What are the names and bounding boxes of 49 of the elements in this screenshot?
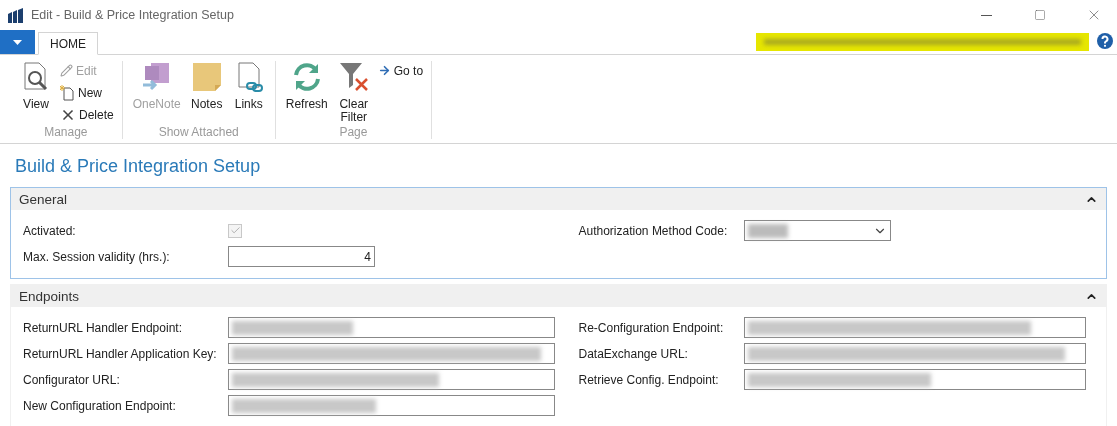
input-field[interactable]	[228, 343, 555, 364]
field-label: ReturnURL Handler Endpoint:	[23, 320, 183, 335]
field-label: Retrieve Config. Endpoint:	[578, 372, 720, 387]
clear-filter-icon	[337, 61, 370, 93]
blurred-value	[747, 223, 788, 238]
field-label: Configurator URL:	[23, 372, 121, 387]
field-label: DataExchange URL:	[578, 346, 689, 361]
field-label: New Configuration Endpoint:	[23, 398, 177, 413]
caret-icon	[13, 39, 22, 45]
maximize-icon	[1034, 9, 1046, 21]
number-field[interactable]: 4	[228, 246, 375, 267]
help-icon[interactable]	[1097, 32, 1113, 49]
group-label: Show Attached	[157, 125, 240, 139]
group-label: Page	[338, 125, 369, 139]
section-header[interactable]: General	[11, 188, 1106, 210]
ribbon-button[interactable]: View	[18, 61, 54, 125]
field-label: Authorization Method Code:	[578, 223, 729, 238]
page-title: Build & Price Integration Setup	[14, 155, 262, 178]
ribbon-button[interactable]: Go to	[377, 61, 424, 80]
field-label: Max. Session validity (hrs.):	[23, 249, 171, 264]
window-title: Edit - Build & Price Integration Setup	[31, 8, 235, 22]
ribbon-button[interactable]: Notes	[188, 61, 225, 125]
input-field[interactable]	[743, 317, 1086, 338]
ribbon-button[interactable]: Links	[230, 61, 267, 125]
new-page-icon	[60, 84, 75, 101]
arrow-right-icon	[377, 64, 391, 77]
ribbon-button[interactable]: Clear Filter	[335, 61, 372, 125]
sticky-note-icon	[190, 61, 223, 93]
pencil-icon	[60, 64, 73, 77]
input-field[interactable]	[743, 343, 1086, 364]
field-label: Activated:	[23, 223, 77, 238]
input-field[interactable]	[228, 317, 555, 338]
ribbon-button[interactable]: Delete	[60, 105, 114, 124]
input-field[interactable]	[228, 369, 555, 390]
ribbon-button[interactable]: New	[60, 83, 114, 102]
section-title: Endpoints	[19, 288, 80, 304]
group-label: Manage	[43, 125, 89, 139]
app-logo-icon	[8, 7, 23, 23]
field-label: ReturnURL Handler Application Key:	[23, 346, 218, 361]
input-field[interactable]	[228, 395, 555, 416]
section-title: General	[19, 191, 68, 207]
menu-button[interactable]	[0, 30, 35, 54]
section-header[interactable]: Endpoints	[11, 285, 1106, 307]
field-label: Re-Configuration Endpoint:	[578, 320, 725, 335]
minimize-icon	[980, 14, 992, 16]
dropdown-field[interactable]	[743, 220, 891, 241]
ribbon-button[interactable]: Refresh	[283, 61, 330, 125]
ribbon-tab[interactable]: HOME	[38, 32, 98, 55]
input-field[interactable]	[743, 369, 1086, 390]
